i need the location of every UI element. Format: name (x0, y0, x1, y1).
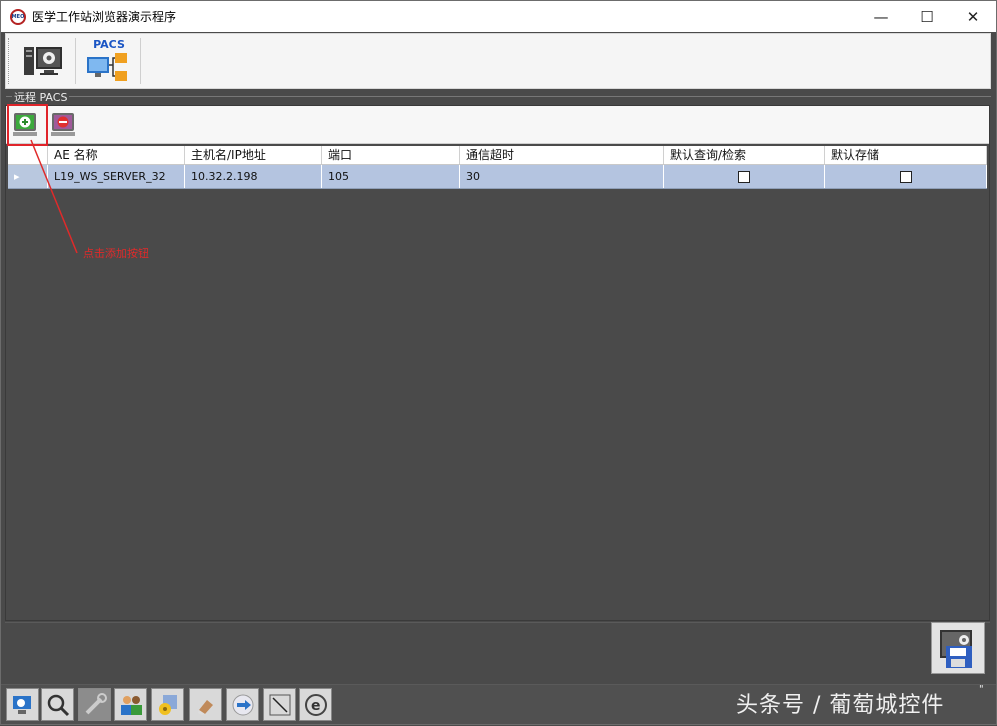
browser-button[interactable]: e (299, 688, 332, 721)
table-header: AE 名称 主机名/IP地址 端口 通信超时 默认查询/检索 默认存储 (8, 146, 987, 165)
header-ae-name[interactable]: AE 名称 (48, 146, 185, 164)
workstation-settings-button[interactable] (17, 36, 71, 86)
toolbar-separator (75, 38, 76, 84)
close-icon: ✕ (966, 7, 980, 26)
line-icon (269, 694, 290, 715)
maximize-icon: ☐ (920, 7, 934, 26)
magnifier-icon (47, 694, 69, 716)
app-logo-text: MEO (11, 13, 25, 20)
computer-search-icon (12, 695, 31, 714)
window-title: 医学工作站浏览器演示程序 (32, 10, 177, 24)
main-toolbar: PACS (5, 33, 991, 89)
annotation-text: 点击添加按钮 (83, 247, 149, 260)
users-icon (120, 695, 142, 715)
header-default-store[interactable]: 默认存储 (825, 146, 987, 164)
maximize-button[interactable]: ☐ (904, 1, 950, 32)
header-default-query[interactable]: 默认查询/检索 (664, 146, 825, 164)
wrench-icon (85, 692, 107, 714)
row-marker-icon: ▸ (8, 165, 48, 188)
toolbar-separator (140, 38, 141, 84)
toolbar-grip (8, 38, 11, 84)
group-label: 远程 PACS (12, 89, 70, 105)
watermark-text: 头条号 / 葡萄城控件 (736, 693, 945, 718)
pacs-action-bar (6, 104, 989, 146)
eraser-icon (197, 699, 213, 715)
header-host[interactable]: 主机名/IP地址 (185, 146, 322, 164)
tools-button[interactable] (78, 688, 111, 721)
pacs-server-table: AE 名称 主机名/IP地址 端口 通信超时 默认查询/检索 默认存储 ▸ L1… (8, 146, 987, 189)
pacs-button[interactable]: PACS (82, 36, 136, 86)
corner-mark: " (979, 684, 984, 695)
save-settings-button[interactable] (931, 622, 985, 674)
group-divider (6, 96, 991, 97)
svg-text:e: e (311, 698, 321, 714)
minimize-button[interactable]: — (858, 1, 904, 32)
default-query-checkbox[interactable] (738, 171, 750, 183)
settings-button[interactable] (151, 688, 184, 721)
close-button[interactable]: ✕ (950, 1, 996, 32)
disc-arrow-icon (232, 694, 253, 715)
gear-icon (158, 694, 177, 715)
pacs-network-icon (87, 53, 127, 81)
globe-e-icon: e (304, 693, 327, 716)
table-row[interactable]: ▸ L19_WS_SERVER_32 10.32.2.198 105 30 (8, 165, 987, 189)
default-store-checkbox[interactable] (899, 171, 912, 183)
cell-host[interactable]: 10.32.2.198 (185, 165, 322, 188)
header-port[interactable]: 端口 (322, 146, 460, 164)
title-bar: MEO 医学工作站浏览器演示程序 — ☐ ✕ (1, 1, 996, 32)
lower-area (5, 622, 990, 684)
app-logo-icon: MEO (10, 8, 26, 25)
add-button-highlight (7, 104, 48, 146)
cell-timeout[interactable]: 30 (460, 165, 664, 188)
minimize-icon: — (873, 7, 889, 26)
workstation-settings-icon (24, 47, 62, 75)
cell-default-store (825, 165, 987, 188)
app-window: MEO 医学工作站浏览器演示程序 — ☐ ✕ PACS 远程 PACS AE 名… (0, 0, 997, 725)
cell-ae-name[interactable]: L19_WS_SERVER_32 (48, 165, 185, 188)
cell-default-query (664, 165, 825, 188)
line-tool-button[interactable] (263, 688, 296, 721)
users-button[interactable] (114, 688, 147, 721)
remove-server-button[interactable] (48, 110, 78, 140)
cell-port[interactable]: 105 (322, 165, 460, 188)
save-settings-icon (940, 630, 972, 668)
remove-icon (51, 113, 75, 136)
disc-export-button[interactable] (226, 688, 259, 721)
magnifier-button[interactable] (41, 688, 74, 721)
eraser-button[interactable] (189, 688, 222, 721)
header-timeout[interactable]: 通信超时 (460, 146, 664, 164)
patient-search-button[interactable] (6, 688, 39, 721)
header-row-marker (8, 146, 48, 164)
pacs-label: PACS (93, 38, 125, 51)
pacs-panel: AE 名称 主机名/IP地址 端口 通信超时 默认查询/检索 默认存储 ▸ L1… (5, 104, 990, 621)
